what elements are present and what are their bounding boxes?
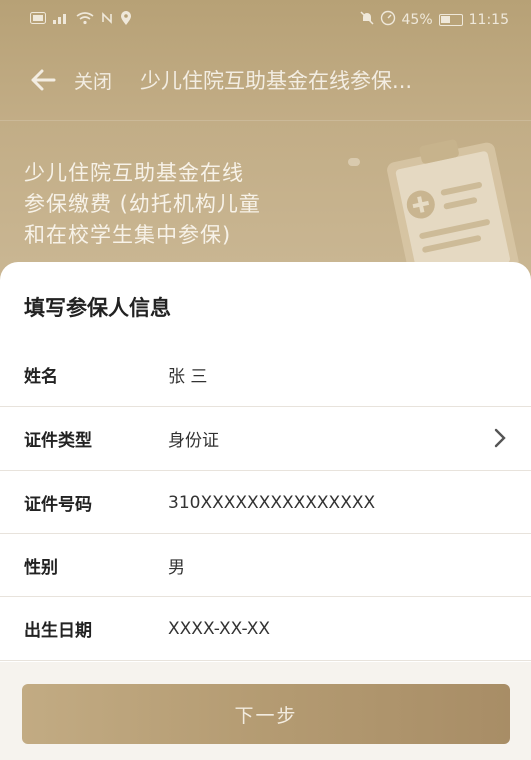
gender-field[interactable]: 性别 男 [0,534,531,597]
sim-icon [30,12,46,28]
form-title: 填写参保人信息 [24,296,171,320]
location-icon [120,10,132,30]
status-bar: 45% 11:15 [0,0,531,40]
speed-icon [380,10,396,30]
name-field[interactable]: 姓名 张 三 [0,343,531,406]
battery-percent: 45% [401,12,433,28]
field-label: 性别 [24,558,58,578]
field-value: 310XXXXXXXXXXXXXXX [168,492,376,513]
arrow-left-icon [31,69,56,91]
hero-line: 少儿住院互助基金在线 [24,161,244,185]
header-hero: 45% 11:15 关闭 少儿住院互助基金在线参保... 少儿住院互助基金在线 … [0,0,531,300]
battery-icon [438,14,463,26]
status-left [30,10,132,30]
status-time: 11:15 [468,12,509,28]
field-label: 证件类型 [24,431,92,451]
field-label: 证件号码 [24,495,92,515]
hero-line: 参保缴费 (幼托机构儿童 [24,192,261,216]
field-value: 张 三 [168,367,208,387]
mute-icon [359,11,374,29]
app-screen: 45% 11:15 关闭 少儿住院互助基金在线参保... 少儿住院互助基金在线 … [0,0,531,760]
field-value: 身份证 [168,431,219,451]
field-value: 男 [168,558,185,578]
hero-heading: 少儿住院互助基金在线 参保缴费 (幼托机构儿童 和在校学生集中参保) [24,158,324,251]
field-label: 姓名 [24,367,58,387]
clipboard-illustration-icon [348,139,519,278]
id-number-field[interactable]: 证件号码 310XXXXXXXXXXXXXXX [0,471,531,534]
signal-icon [52,12,70,28]
id-type-selector[interactable]: 证件类型 身份证 [0,407,531,470]
chevron-right-icon [494,428,506,448]
field-label: 出生日期 [24,621,92,641]
back-button[interactable] [18,52,68,108]
wifi-icon [76,11,94,29]
divider [0,660,531,661]
close-button[interactable]: 关闭 [74,67,112,94]
page-title: 少儿住院互助基金在线参保... [140,69,413,93]
birth-date-field[interactable]: 出生日期 XXXX-XX-XX [0,597,531,660]
nfc-icon [100,11,114,29]
nav-divider [0,120,531,121]
footer: 下一步 [0,662,531,760]
nav-bar: 关闭 少儿住院互助基金在线参保... [0,52,531,108]
form-card: 填写参保人信息 姓名 张 三 证件类型 身份证 证件号码 310XXXXXXXX… [0,262,531,662]
next-step-button[interactable]: 下一步 [22,684,510,744]
status-right: 45% 11:15 [359,10,509,30]
hero-line: 和在校学生集中参保) [24,223,232,247]
field-value: XXXX-XX-XX [168,618,271,639]
